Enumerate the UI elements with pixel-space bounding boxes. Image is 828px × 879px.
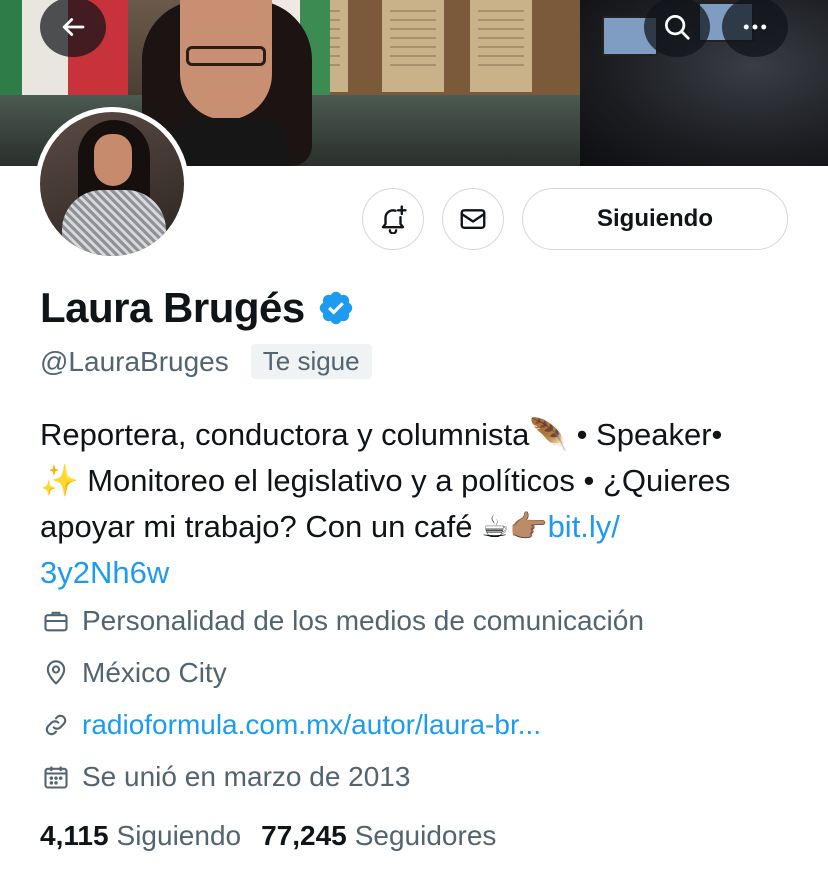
notifications-button[interactable] <box>362 188 424 250</box>
location-pin-icon <box>46 660 66 685</box>
bio-link[interactable]: bit.ly/ <box>548 509 620 544</box>
search-icon <box>665 15 690 40</box>
avatar-body <box>62 190 166 256</box>
avatar-face <box>94 134 132 186</box>
profile-website[interactable]: radioformula.com.mx/autor/laura-br... <box>42 709 541 741</box>
sparkles-emoji: ✨ <box>40 463 79 499</box>
bell-plus-icon <box>381 205 407 234</box>
banner-plaque <box>470 0 532 92</box>
following-stat[interactable]: 4,115 Siguiendo <box>40 820 241 852</box>
followers-count: 77,245 <box>261 820 347 851</box>
banner-person-glasses <box>186 46 266 66</box>
arrow-left-icon <box>62 18 85 36</box>
bio-link[interactable]: 3y2Nh6w <box>40 555 169 590</box>
bio-text: Monitoreo el legislativo y a políticos •… <box>87 463 731 498</box>
bio-text: apoyar mi trabajo? Con un café <box>40 509 473 544</box>
profile-handle: @LauraBruges <box>40 345 229 377</box>
feather-emoji: 🪶 <box>529 417 568 453</box>
avatar-image <box>40 112 184 256</box>
mail-icon <box>460 209 486 229</box>
follows-you-badge: Te sigue <box>250 344 372 379</box>
following-label: Siguiendo <box>116 820 242 851</box>
profile-stats: 4,115 Siguiendo 77,245 Seguidores <box>40 820 516 852</box>
category-text: Personalidad de los medios de comunicaci… <box>82 605 644 636</box>
profile-name: Laura Brugés <box>40 284 305 331</box>
following-count: 4,115 <box>40 820 109 851</box>
profile-name-row: Laura Brugés <box>40 284 355 332</box>
message-button[interactable] <box>442 188 504 250</box>
handle-row: @LauraBruges Te sigue <box>40 344 372 379</box>
bio-text: Reportera, conductora y columnista <box>40 417 530 452</box>
banner-person-shirt <box>168 118 288 166</box>
followers-label: Seguidores <box>354 820 497 851</box>
profile-bio: Reportera, conductora y columnista🪶 • Sp… <box>40 412 800 596</box>
website-link[interactable]: radioformula.com.mx/autor/laura-br... <box>82 709 541 741</box>
following-button[interactable]: Siguiendo <box>522 188 788 250</box>
coffee-pointing-emoji: ☕👉🏽 <box>481 509 548 545</box>
verified-badge-icon[interactable] <box>317 289 355 327</box>
banner-plaque <box>382 0 444 92</box>
banner-flag <box>0 0 22 110</box>
followers-stat[interactable]: 77,245 Seguidores <box>261 820 496 852</box>
joined-text: Se unió en marzo de 2013 <box>82 761 411 792</box>
profile-joined: Se unió en marzo de 2013 <box>42 761 410 793</box>
briefcase-icon <box>44 611 68 632</box>
calendar-icon <box>44 766 68 789</box>
banner-wall <box>286 0 610 95</box>
location-text: México City <box>82 657 227 688</box>
profile-location: México City <box>42 657 227 689</box>
avatar[interactable] <box>35 107 189 261</box>
bio-text: • Speaker• <box>576 417 723 452</box>
link-icon <box>45 714 67 736</box>
profile-category: Personalidad de los medios de comunicaci… <box>42 605 644 637</box>
more-horizontal-icon <box>743 24 767 30</box>
